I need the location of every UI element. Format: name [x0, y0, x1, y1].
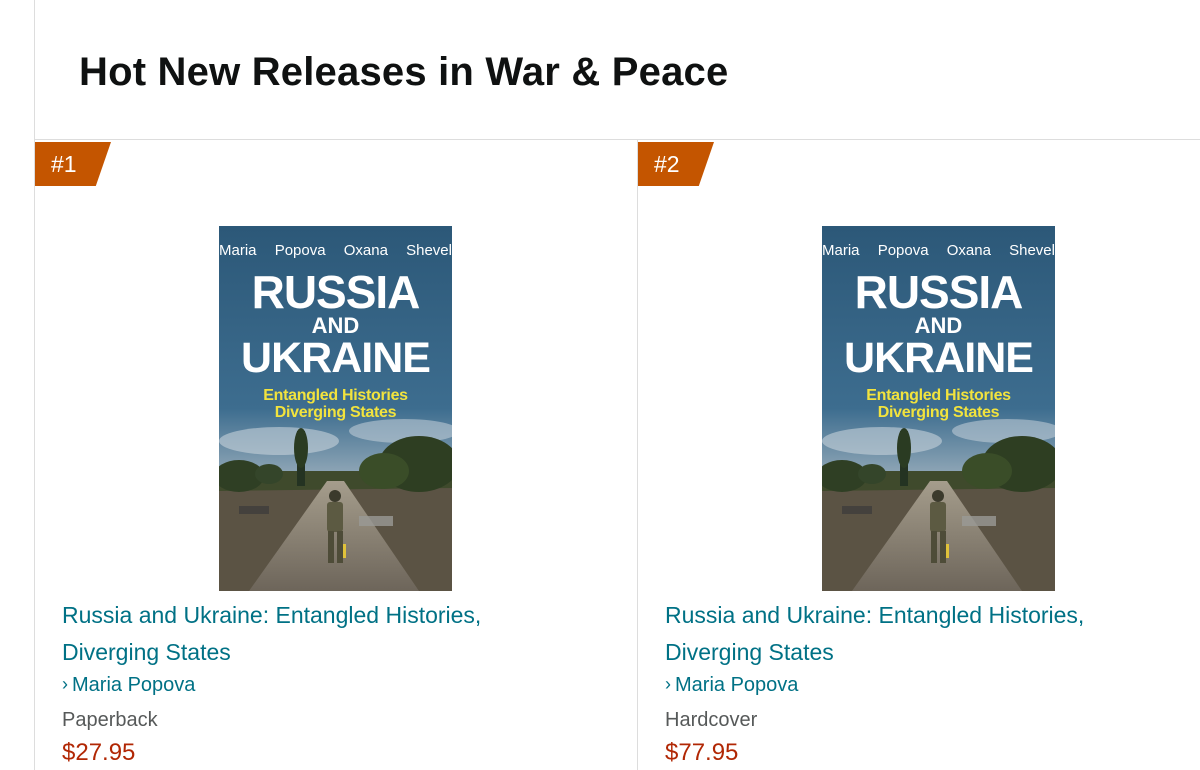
cover-subtitle-line-1: Entangled Histories	[866, 387, 1011, 404]
format-label: Paperback	[62, 709, 158, 731]
price: $77.95	[665, 739, 739, 766]
product-card-2: #2 Maria Popova Oxana Shevel RUSSIA AND …	[638, 140, 1200, 770]
author-name: Maria Popova	[675, 674, 799, 696]
author-link[interactable]: › Maria Popova	[665, 674, 798, 697]
author-link[interactable]: › Maria Popova	[62, 674, 195, 697]
cover-subtitle-line-1: Entangled Histories	[263, 387, 408, 404]
book-cover-image[interactable]: Maria Popova Oxana Shevel RUSSIA AND UKR…	[219, 226, 452, 591]
price: $27.95	[62, 739, 136, 766]
cover-authors: Maria Popova Oxana Shevel	[219, 242, 452, 259]
rank-badge: #2	[638, 142, 714, 186]
cover-title-line-3: UKRAINE	[241, 334, 431, 382]
page-title: Hot New Releases in War & Peace	[79, 50, 729, 94]
cover-title-line-1: RUSSIA	[251, 266, 421, 318]
product-title-link[interactable]: Russia and Ukraine: Entangled Histories,…	[62, 597, 582, 671]
product-card-1: #1 Maria Popova Oxana Shevel RUSSIA AND …	[35, 140, 637, 770]
cover-title-line-3: UKRAINE	[844, 334, 1034, 382]
author-name: Maria Popova	[72, 674, 196, 696]
cover-subtitle-line-2: Diverging States	[877, 404, 1000, 421]
page: Hot New Releases in War & Peace #1 Maria…	[0, 0, 1200, 770]
book-cover-image[interactable]: Maria Popova Oxana Shevel RUSSIA AND UKR…	[822, 226, 1055, 591]
cover-subtitle-line-2: Diverging States	[274, 404, 397, 421]
chevron-right-icon: ›	[62, 674, 68, 694]
cover-title-line-1: RUSSIA	[854, 266, 1024, 318]
product-title-link[interactable]: Russia and Ukraine: Entangled Histories,…	[665, 597, 1185, 671]
chevron-right-icon: ›	[665, 674, 671, 694]
rank-badge: #1	[35, 142, 111, 186]
cover-authors: Maria Popova Oxana Shevel	[822, 242, 1055, 259]
format-label: Hardcover	[665, 709, 758, 731]
